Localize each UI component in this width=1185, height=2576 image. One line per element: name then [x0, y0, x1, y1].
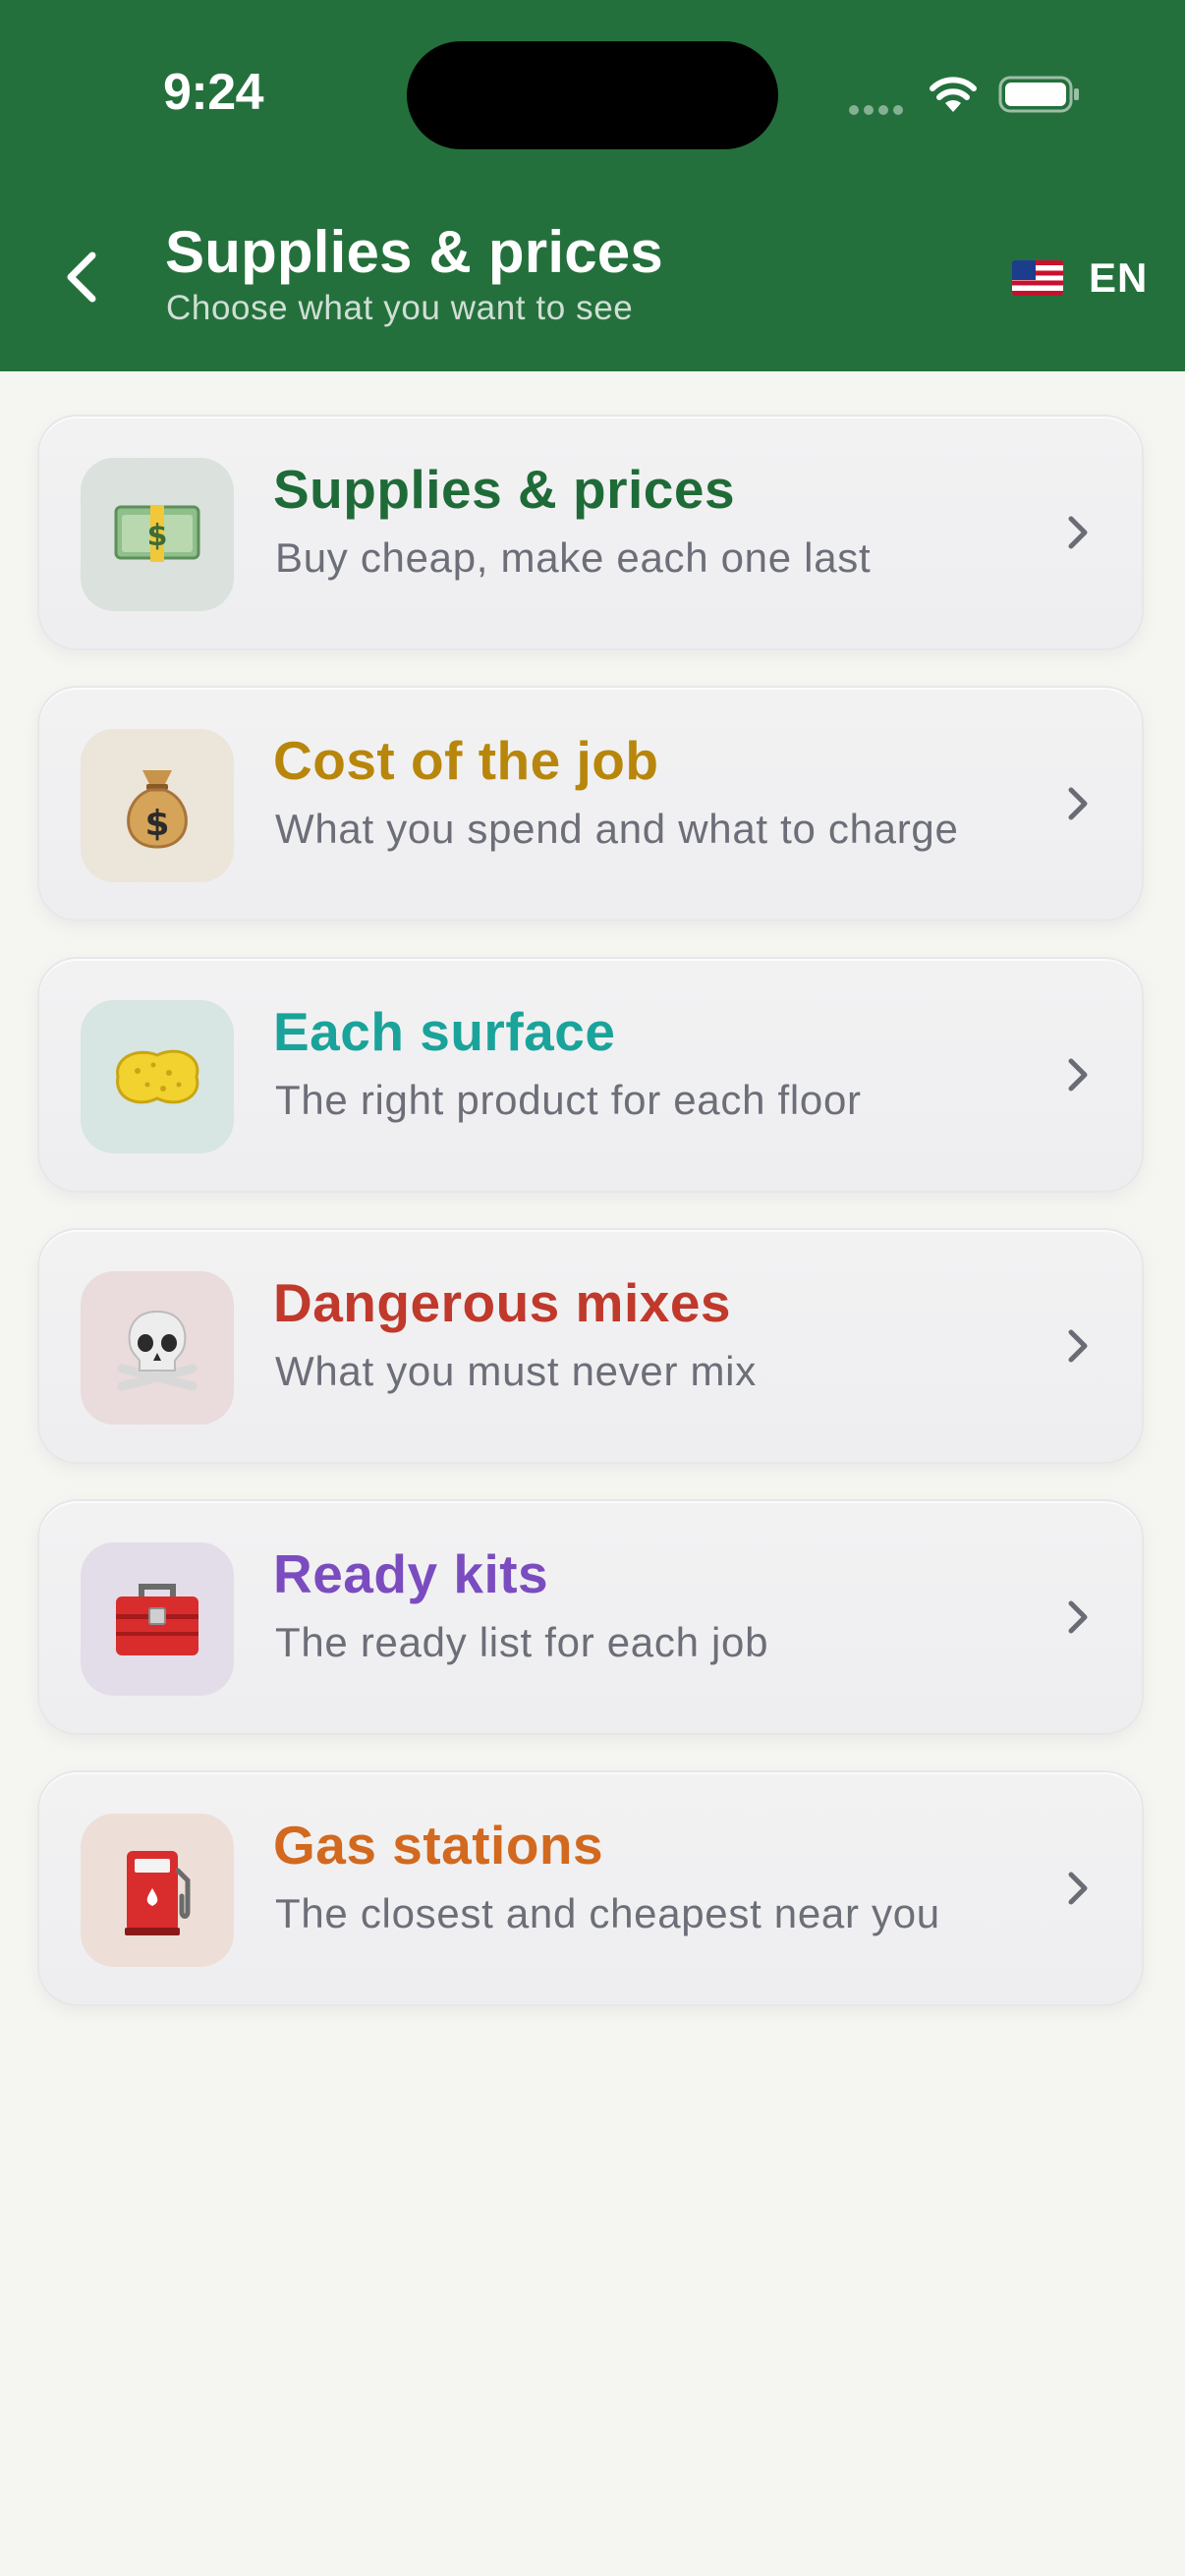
- card-title: Supplies & prices: [273, 459, 736, 520]
- card-description: The closest and cheapest near you: [275, 1890, 940, 1936]
- money-bag-icon: $: [81, 729, 234, 882]
- chevron-right-icon: [1068, 1329, 1088, 1363]
- language-label: EN: [1089, 254, 1149, 301]
- sponge-icon: [81, 1000, 234, 1153]
- menu-card-dangerous-mixes[interactable]: Dangerous mixes What you must never mix: [37, 1228, 1144, 1464]
- card-description: The ready list for each job: [275, 1619, 769, 1665]
- page-title: Supplies & prices: [165, 219, 663, 285]
- menu-card-cost-of-job[interactable]: $ Cost of the job What you spend and wha…: [37, 686, 1144, 922]
- card-title: Ready kits: [273, 1543, 549, 1604]
- cellular-signal-icon: [849, 102, 908, 116]
- status-time: 9:24: [163, 64, 264, 121]
- chevron-right-icon: [1068, 516, 1088, 549]
- card-title: Cost of the job: [273, 730, 659, 791]
- card-title: Each surface: [273, 1001, 616, 1062]
- back-button[interactable]: [53, 238, 112, 316]
- card-title: Dangerous mixes: [273, 1272, 732, 1333]
- card-description: The right product for each floor: [275, 1077, 862, 1123]
- skull-crossbones-icon: [81, 1271, 234, 1425]
- dynamic-island: [407, 41, 778, 149]
- menu-card-each-surface[interactable]: Each surface The right product for each …: [37, 957, 1144, 1193]
- card-title: Gas stations: [273, 1815, 604, 1876]
- chevron-right-icon: [1068, 787, 1088, 820]
- status-bar: 9:24: [0, 0, 1185, 187]
- chevron-right-icon: [1068, 1058, 1088, 1092]
- chevron-right-icon: [1068, 1872, 1088, 1905]
- menu-card-ready-kits[interactable]: Ready kits The ready list for each job: [37, 1499, 1144, 1735]
- card-description: Buy cheap, make each one last: [275, 534, 872, 581]
- toolbox-icon: [81, 1542, 234, 1696]
- app-header: 9:24 Supplies & prices Choose what you w…: [0, 0, 1185, 371]
- us-flag-icon: [1012, 260, 1063, 296]
- language-selector[interactable]: EN: [1012, 253, 1148, 303]
- battery-icon: [998, 76, 1079, 113]
- menu-list: $ Supplies & prices Buy cheap, make each…: [37, 415, 1146, 2042]
- menu-card-supplies-prices[interactable]: $ Supplies & prices Buy cheap, make each…: [37, 415, 1144, 650]
- svg-text:$: $: [144, 804, 169, 844]
- chevron-right-icon: [1068, 1600, 1088, 1634]
- card-description: What you must never mix: [275, 1348, 757, 1394]
- card-description: What you spend and what to charge: [275, 806, 959, 852]
- page-subtitle: Choose what you want to see: [166, 289, 634, 327]
- menu-card-gas-stations[interactable]: Gas stations The closest and cheapest ne…: [37, 1770, 1144, 2006]
- svg-text:$: $: [147, 519, 168, 553]
- fuel-pump-icon: [81, 1814, 234, 1967]
- wifi-icon: [930, 77, 977, 112]
- money-icon: $: [81, 458, 234, 611]
